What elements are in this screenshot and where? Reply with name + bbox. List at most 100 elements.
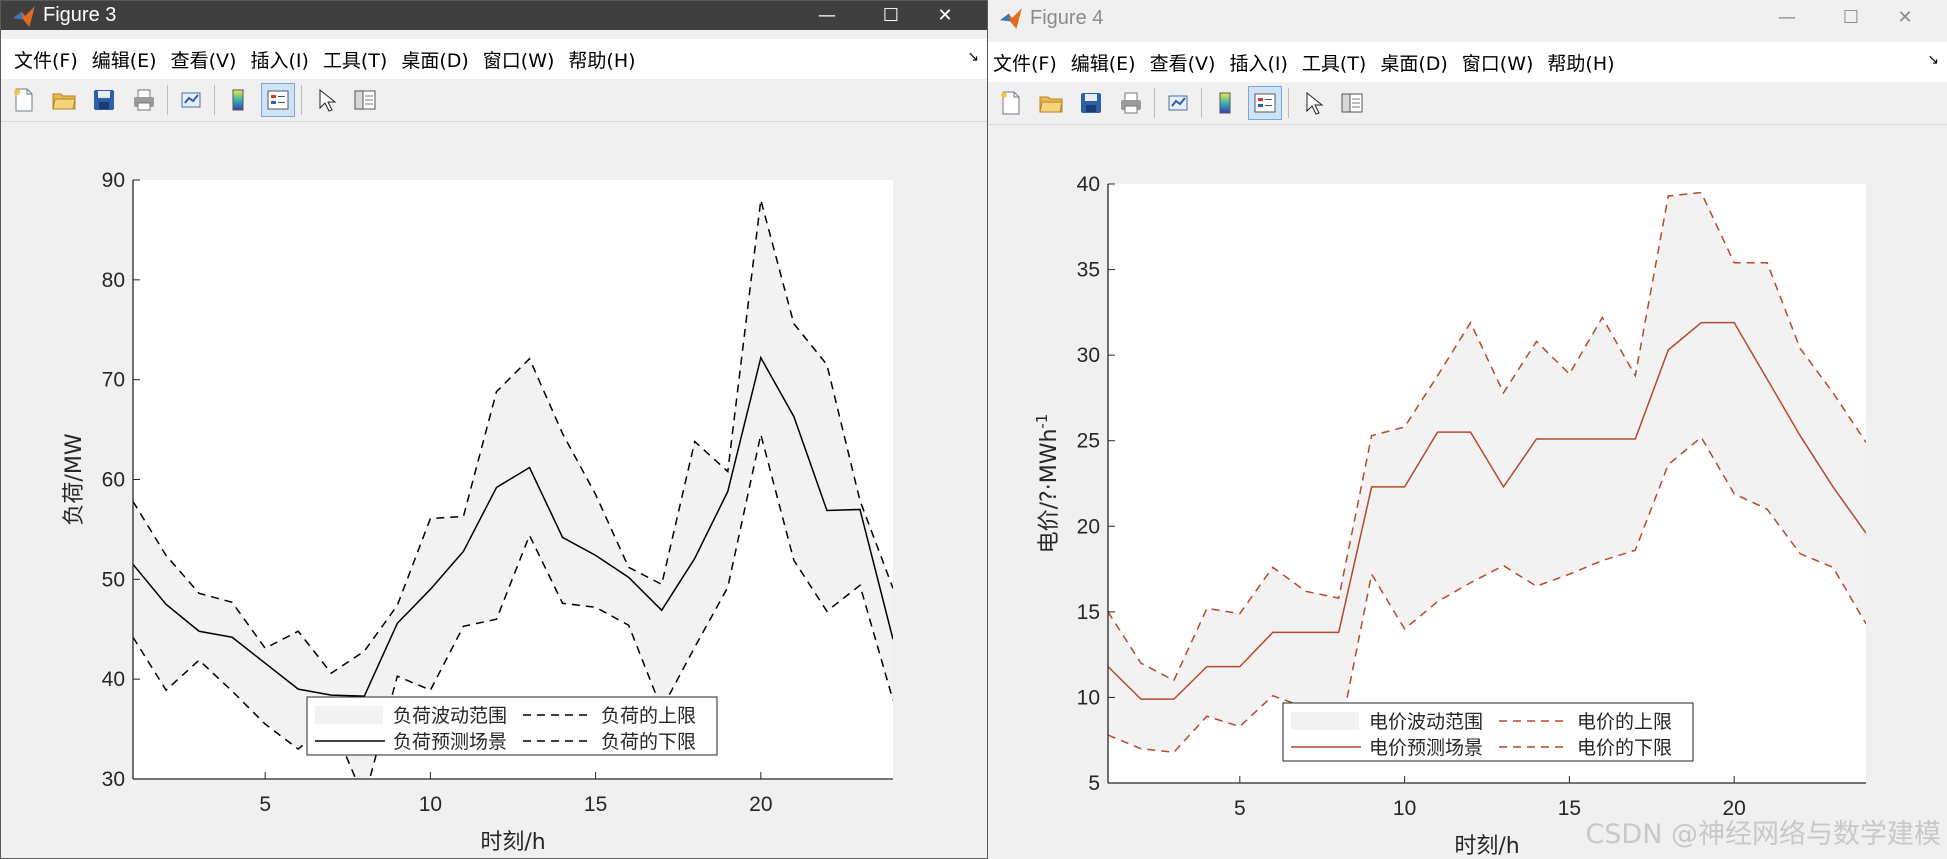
window-title: Figure 3 bbox=[43, 4, 117, 26]
close-button[interactable]: ✕ bbox=[1875, 3, 1935, 32]
menu-bar: 文件(F) 编辑(E) 查看(V) 插入(I) 工具(T) 桌面(D) 窗口(W… bbox=[988, 42, 1947, 82]
y-tick-label: 30 bbox=[102, 768, 125, 791]
y-tick-label: 15 bbox=[1077, 601, 1100, 624]
close-button[interactable]: ✕ bbox=[915, 1, 975, 30]
y-axis-label-superscript: -1 bbox=[1033, 414, 1051, 429]
print-icon[interactable] bbox=[127, 83, 161, 117]
legend-forecast-label: 电价预测场景 bbox=[1369, 737, 1483, 759]
minimize-button[interactable]: — bbox=[797, 1, 857, 30]
menu-insert[interactable]: 插入(I) bbox=[1224, 49, 1296, 76]
figure-4-window: Figure 4 — ☐ ✕ 文件(F) 编辑(E) 查看(V) 插入(I) 工… bbox=[988, 0, 1947, 859]
dock-arrow-icon[interactable]: ↘ bbox=[967, 49, 979, 65]
menu-window[interactable]: 窗口(W) bbox=[478, 46, 564, 73]
x-tick-label: 15 bbox=[1558, 797, 1581, 820]
menu-help[interactable]: 帮助(H) bbox=[1542, 49, 1623, 76]
save-icon[interactable] bbox=[1074, 86, 1108, 120]
menu-file[interactable]: 文件(F) bbox=[988, 49, 1066, 76]
legend-upper-label: 负荷的上限 bbox=[601, 705, 696, 727]
maximize-button[interactable]: ☐ bbox=[1821, 3, 1881, 32]
y-tick-label: 40 bbox=[102, 668, 125, 691]
matlab-icon bbox=[13, 5, 35, 27]
x-tick-label: 5 bbox=[259, 793, 271, 816]
property-inspector-icon[interactable] bbox=[1335, 86, 1369, 120]
legend-lower-label: 电价的下限 bbox=[1577, 737, 1672, 759]
toolbar-separator bbox=[1154, 88, 1155, 118]
menu-window[interactable]: 窗口(W) bbox=[1457, 49, 1543, 76]
menu-bar: 文件(F) 编辑(E) 查看(V) 插入(I) 工具(T) 桌面(D) 窗口(W… bbox=[1, 39, 987, 79]
toolbar-separator bbox=[214, 85, 215, 115]
legend-icon[interactable] bbox=[1248, 86, 1282, 120]
y-tick-label: 30 bbox=[1077, 344, 1100, 367]
menu-view[interactable]: 查看(V) bbox=[1145, 49, 1225, 76]
legend-lower-label: 负荷的下限 bbox=[601, 731, 696, 753]
y-tick-label: 20 bbox=[1077, 515, 1100, 538]
legend-band-swatch bbox=[315, 706, 383, 724]
menu-file[interactable]: 文件(F) bbox=[9, 46, 87, 73]
maximize-button[interactable]: ☐ bbox=[861, 1, 921, 30]
figure-toolbar bbox=[1, 79, 987, 122]
toolbar-separator bbox=[167, 85, 168, 115]
x-tick-label: 10 bbox=[1393, 797, 1416, 820]
y-tick-label: 50 bbox=[102, 568, 125, 591]
menu-desktop[interactable]: 桌面(D) bbox=[1375, 49, 1456, 76]
window-title: Figure 4 bbox=[1030, 6, 1104, 29]
title-bar[interactable]: Figure 3 — ☐ ✕ bbox=[1, 1, 987, 30]
legend-forecast-label: 负荷预测场景 bbox=[393, 731, 507, 753]
y-tick-label: 90 bbox=[102, 169, 125, 192]
y-tick-label: 60 bbox=[102, 469, 125, 492]
menu-edit[interactable]: 编辑(E) bbox=[87, 46, 166, 73]
menu-insert[interactable]: 插入(I) bbox=[245, 46, 317, 73]
menu-help[interactable]: 帮助(H) bbox=[563, 46, 644, 73]
new-figure-icon[interactable] bbox=[7, 83, 41, 117]
link-plot-icon[interactable] bbox=[1161, 86, 1195, 120]
price-chart: 5 10 15 20510152025303540时刻/h电价/?·MWh-1电价波动… bbox=[1033, 173, 1866, 859]
link-plot-icon[interactable] bbox=[174, 83, 208, 117]
x-axis-label: 时刻/h bbox=[1454, 834, 1519, 859]
menu-tools[interactable]: 工具(T) bbox=[318, 46, 396, 73]
x-axis-label: 时刻/h bbox=[480, 830, 545, 855]
y-tick-label: 80 bbox=[102, 269, 125, 292]
x-tick-label: 15 bbox=[584, 793, 607, 816]
print-icon[interactable] bbox=[1114, 86, 1148, 120]
x-tick-label: 5 bbox=[1234, 797, 1246, 820]
minimize-button[interactable]: — bbox=[1757, 3, 1817, 32]
property-inspector-icon[interactable] bbox=[348, 83, 382, 117]
y-tick-label: 25 bbox=[1077, 430, 1100, 453]
legend-upper-label: 电价的上限 bbox=[1577, 711, 1672, 733]
legend-band-swatch bbox=[1291, 712, 1359, 730]
open-file-icon[interactable] bbox=[1034, 86, 1068, 120]
title-bar[interactable]: Figure 4 — ☐ ✕ bbox=[988, 3, 1947, 33]
y-axis-label-text: 电价/?·MWh bbox=[1037, 429, 1062, 554]
save-icon[interactable] bbox=[87, 83, 121, 117]
toolbar-separator bbox=[1288, 88, 1289, 118]
legend-band-label: 负荷波动范围 bbox=[393, 705, 507, 727]
pointer-icon[interactable] bbox=[308, 83, 342, 117]
x-tick-label: 10 bbox=[419, 793, 442, 816]
y-axis-label-text: 负荷/MW bbox=[62, 433, 87, 525]
colorbar-icon[interactable] bbox=[221, 83, 255, 117]
toolbar-separator bbox=[301, 85, 302, 115]
menu-view[interactable]: 查看(V) bbox=[166, 46, 246, 73]
menu-desktop[interactable]: 桌面(D) bbox=[396, 46, 477, 73]
y-axis-label: 电价/?·MWh-1 bbox=[1033, 414, 1062, 554]
menu-tools[interactable]: 工具(T) bbox=[1297, 49, 1375, 76]
pointer-icon[interactable] bbox=[1295, 86, 1329, 120]
matlab-icon bbox=[1000, 8, 1022, 29]
open-file-icon[interactable] bbox=[47, 83, 81, 117]
new-figure-icon[interactable] bbox=[994, 86, 1028, 120]
load-chart: 5 10 15 20 30 40 50 60 70 80 90 时刻/h 负荷/MW 负荷波动范围 负荷的上… bbox=[62, 169, 893, 855]
dock-arrow-icon[interactable]: ↘ bbox=[1927, 52, 1939, 68]
watermark: CSDN @神经网络与数学建模 bbox=[1585, 819, 1941, 850]
figure-3-window: Figure 3 — ☐ ✕ 文件(F) 编辑(E) 查看(V) 插入(I) 工… bbox=[0, 0, 988, 859]
y-tick-label: 35 bbox=[1077, 259, 1100, 282]
toolbar-separator bbox=[1201, 88, 1202, 118]
legend-band-label: 电价波动范围 bbox=[1369, 711, 1483, 733]
y-tick-label: 40 bbox=[1077, 173, 1100, 196]
y-tick-label: 10 bbox=[1077, 686, 1100, 709]
y-tick-label: 5 bbox=[1088, 772, 1100, 795]
legend-icon[interactable] bbox=[261, 83, 295, 117]
y-axis-label: 负荷/MW bbox=[62, 433, 87, 525]
menu-edit[interactable]: 编辑(E) bbox=[1066, 49, 1145, 76]
colorbar-icon[interactable] bbox=[1208, 86, 1242, 120]
x-tick-label: 20 bbox=[749, 793, 772, 816]
